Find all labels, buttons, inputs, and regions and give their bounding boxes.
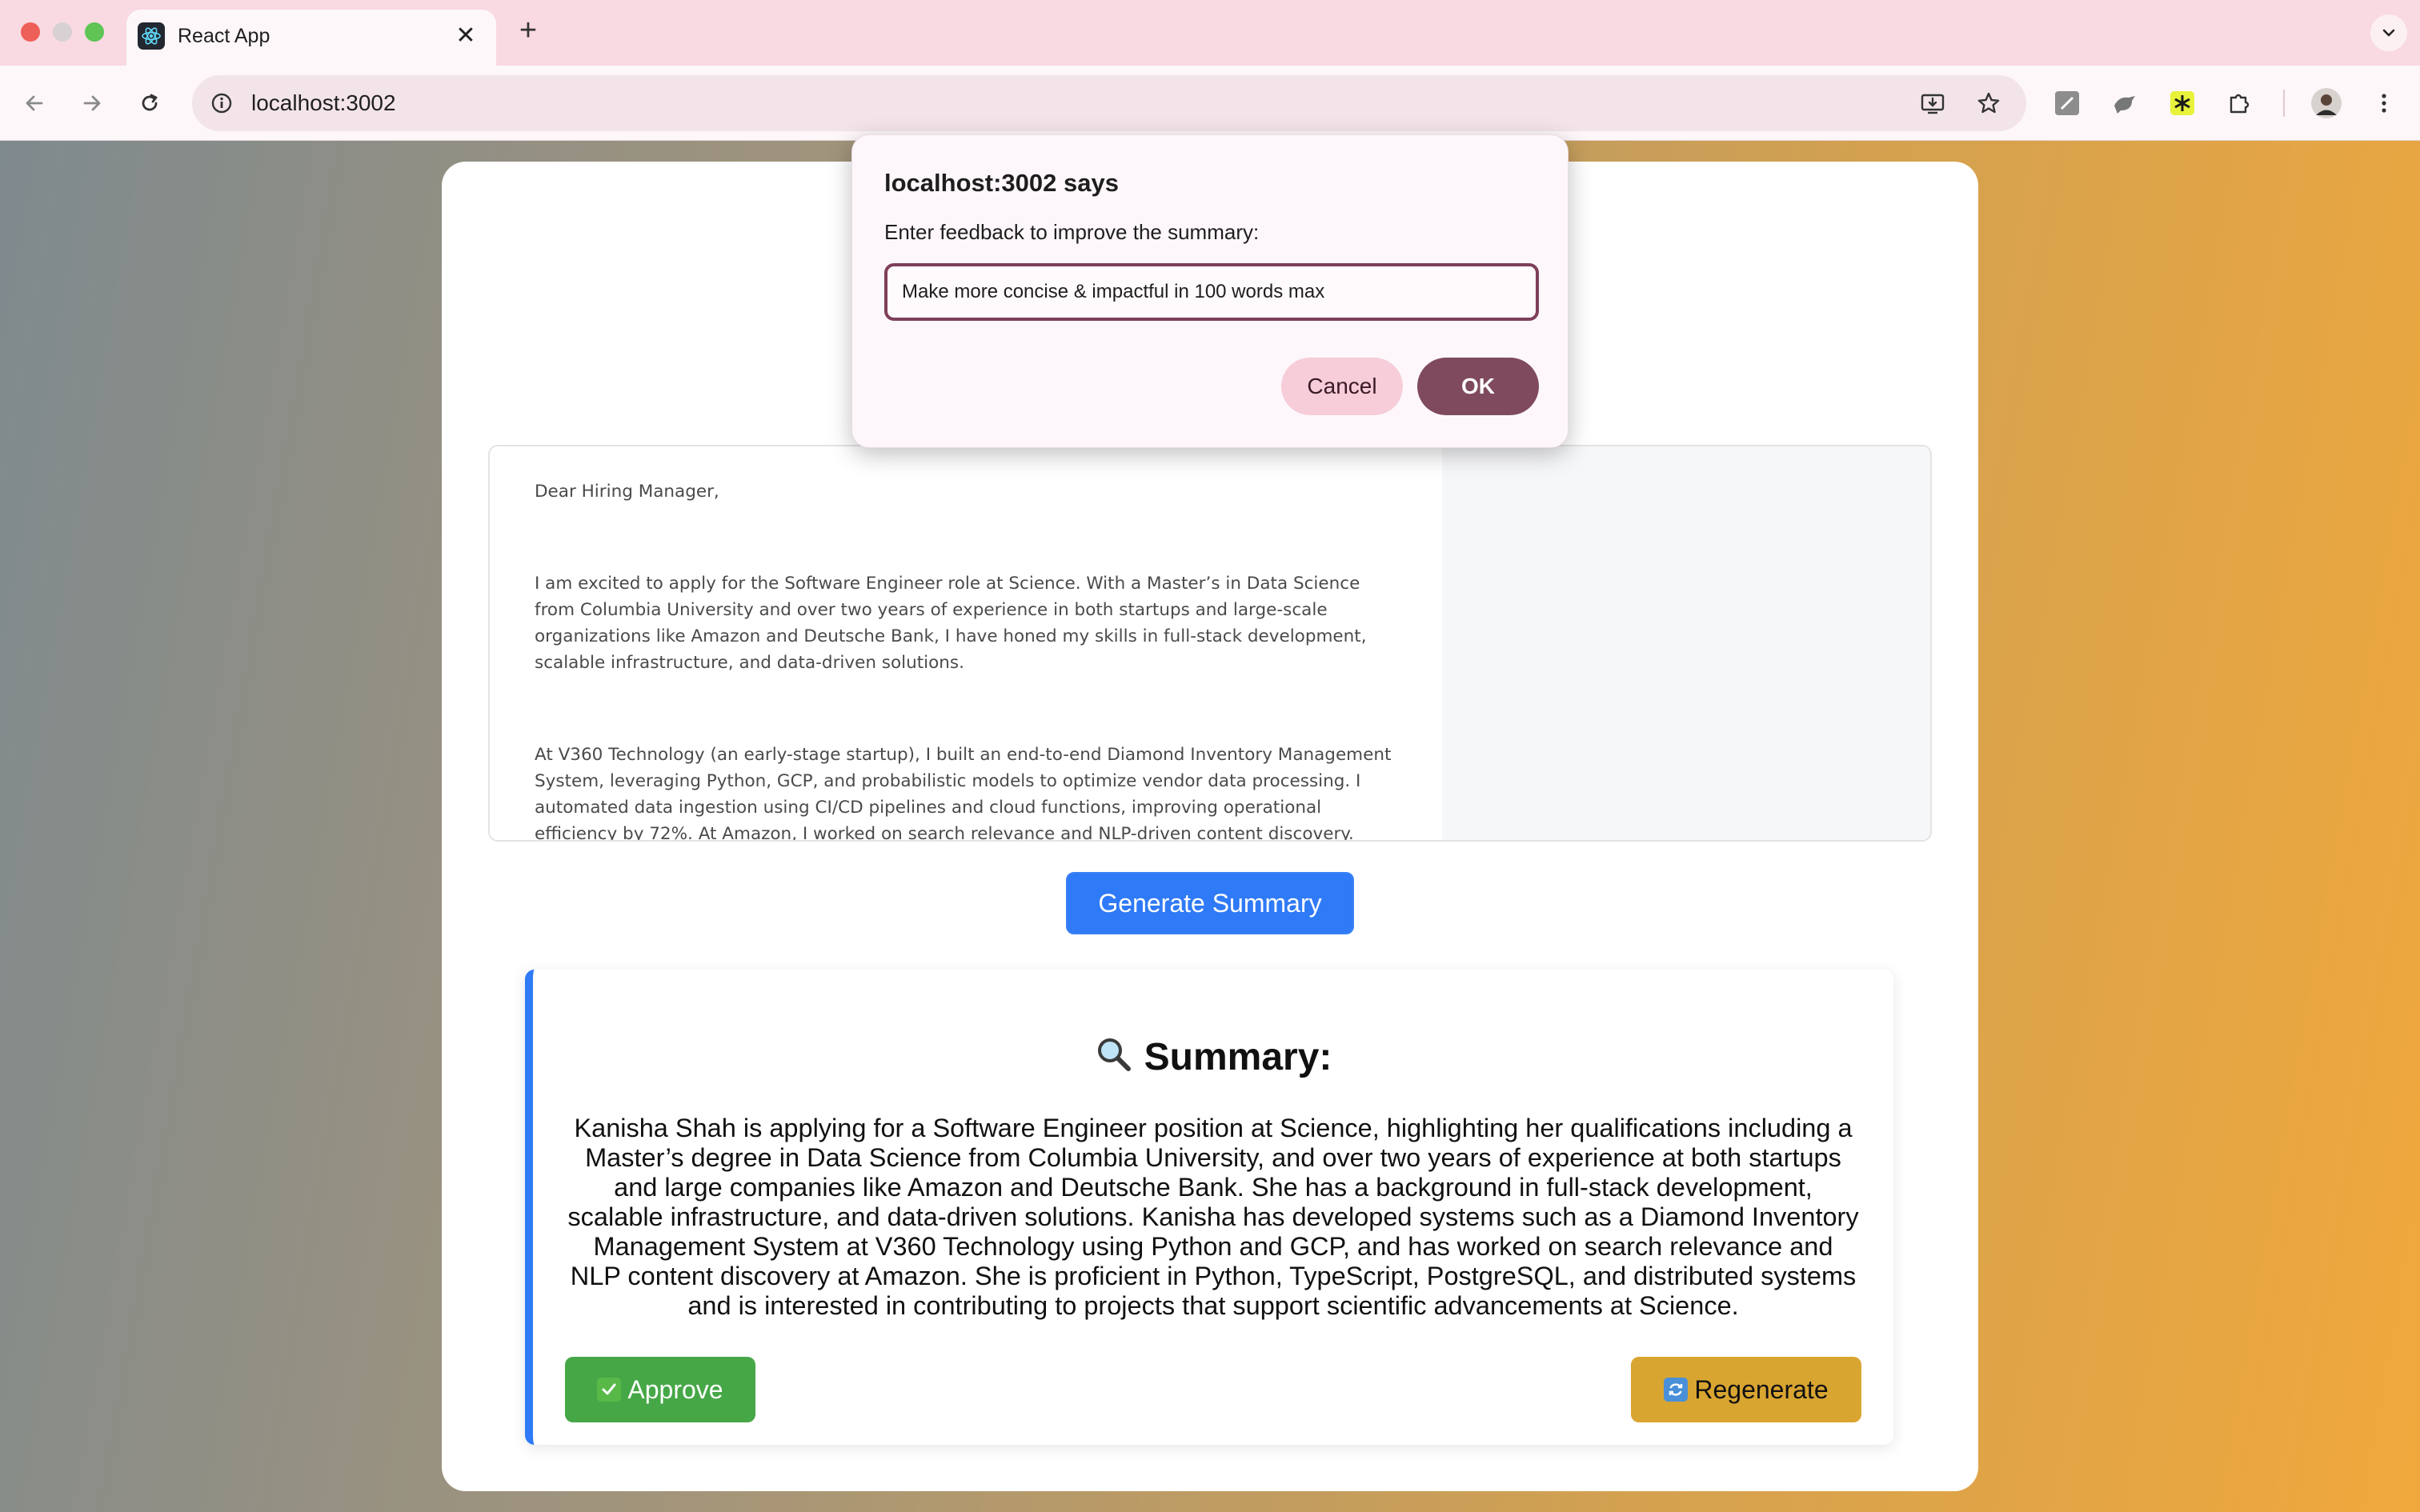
window-close-button[interactable] <box>21 22 40 42</box>
tab-close-icon[interactable]: ✕ <box>450 19 482 51</box>
regenerate-button[interactable]: Regenerate <box>1631 1357 1861 1422</box>
browser-menu-icon[interactable] <box>2366 85 2402 122</box>
approve-button[interactable]: Approve <box>565 1357 755 1422</box>
ok-button[interactable]: OK <box>1417 358 1539 415</box>
tab-title: React App <box>178 25 270 47</box>
cancel-button[interactable]: Cancel <box>1281 358 1403 415</box>
dialog-message: Enter feedback to improve the summary: <box>884 220 1260 244</box>
letter-paragraph: At V360 Technology (an early-stage start… <box>535 745 1392 842</box>
letter-side-panel <box>1442 446 1930 840</box>
approve-button-label: Approve <box>627 1374 723 1404</box>
extensions-puzzle-icon[interactable] <box>2222 85 2258 122</box>
generate-summary-button[interactable]: Generate Summary <box>1066 872 1354 934</box>
letter-paragraph: Dear Hiring Manager, <box>535 482 719 502</box>
summary-card: Summary: Kanisha Shah is applying for a … <box>525 970 1893 1445</box>
back-arrow-icon[interactable] <box>16 85 53 122</box>
summary-heading-text: Summary: <box>1144 1036 1332 1078</box>
magnifying-glass-icon <box>1095 1035 1133 1083</box>
check-mark-icon <box>597 1378 622 1402</box>
window-minimize-button[interactable] <box>53 22 72 42</box>
extension-bird-icon[interactable] <box>2106 85 2143 122</box>
extension-slate-icon[interactable] <box>2049 85 2085 122</box>
window-maximize-button[interactable] <box>85 22 104 42</box>
forward-arrow-icon[interactable] <box>74 85 110 122</box>
install-app-icon[interactable] <box>1914 85 1951 122</box>
reload-icon[interactable] <box>131 85 168 122</box>
regenerate-button-label: Regenerate <box>1694 1374 1829 1404</box>
bookmark-star-icon[interactable] <box>1970 85 2007 122</box>
refresh-arrows-icon <box>1664 1378 1689 1402</box>
browser-tab-strip: React App ✕ + <box>0 0 2420 66</box>
profile-avatar[interactable] <box>2308 85 2345 122</box>
url-text[interactable]: localhost:3002 <box>251 89 396 118</box>
feedback-prompt-dialog: localhost:3002 says Enter feedback to im… <box>851 134 1569 448</box>
react-favicon-icon <box>138 22 165 50</box>
browser-toolbar: localhost:3002 <box>0 66 2420 141</box>
summary-heading: Summary: <box>533 1035 1893 1083</box>
dialog-title: localhost:3002 says <box>884 169 1119 197</box>
feedback-input[interactable] <box>884 263 1539 321</box>
cover-letter-text[interactable]: Dear Hiring Manager, I am excited to app… <box>490 446 1442 842</box>
new-tab-icon[interactable]: + <box>511 13 546 48</box>
tab-search-chevron-icon[interactable] <box>2370 14 2407 51</box>
cover-letter-panel[interactable]: Dear Hiring Manager, I am excited to app… <box>488 445 1932 842</box>
extension-asterisk-icon[interactable] <box>2164 85 2201 122</box>
letter-paragraph: I am excited to apply for the Software E… <box>535 574 1367 673</box>
address-bar[interactable]: localhost:3002 <box>192 75 2026 131</box>
site-info-icon[interactable] <box>203 85 240 122</box>
browser-tab[interactable]: React App ✕ <box>126 10 496 66</box>
toolbar-divider <box>2283 90 2285 117</box>
summary-text: Kanisha Shah is applying for a Software … <box>567 1114 1859 1320</box>
